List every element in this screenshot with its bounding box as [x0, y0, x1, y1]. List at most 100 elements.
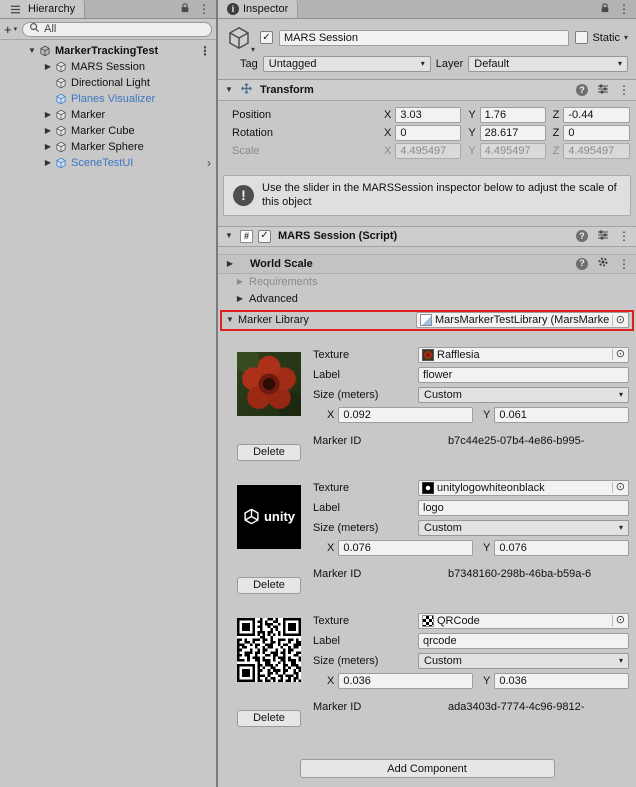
hierarchy-scene-row[interactable]: ▼ MarkerTrackingTest ⋮: [0, 43, 216, 59]
script-icon: #: [240, 230, 253, 243]
axis-x-label: X: [384, 145, 391, 157]
tag-layer-row: Tag Untagged ▾ Layer Default ▾: [224, 56, 630, 72]
position-x-field[interactable]: 3.03: [395, 107, 461, 123]
presets-icon[interactable]: [597, 229, 609, 244]
hierarchy-item-marker-sphere[interactable]: ▶ Marker Sphere: [0, 139, 216, 155]
texture-object-field[interactable]: unitylogowhiteonblack ⊙: [418, 480, 629, 496]
rotation-y-field[interactable]: 28.617: [480, 125, 546, 141]
presets-icon[interactable]: [597, 83, 609, 98]
size-x-field[interactable]: 0.076: [338, 540, 473, 556]
help-icon[interactable]: ?: [576, 258, 588, 270]
hierarchy-item-mars-session[interactable]: ▶ MARS Session: [0, 59, 216, 75]
hierarchy-item-directional-light[interactable]: ▶ Directional Light: [0, 75, 216, 91]
foldout-closed-icon[interactable]: ▶: [42, 63, 54, 71]
foldout-open-icon[interactable]: ▼: [26, 47, 38, 55]
object-picker-icon[interactable]: ⊙: [612, 349, 625, 360]
inspector-footer: Add Component: [218, 751, 636, 787]
rotation-z-field[interactable]: 0: [563, 125, 630, 141]
position-z-field[interactable]: -0.44: [563, 107, 630, 123]
marker-entry-unity-logo: unity Delete Texture unitylogowhiteonbla…: [237, 478, 631, 594]
panel-menu-icon[interactable]: ⋮: [618, 3, 630, 15]
component-menu-icon[interactable]: ⋮: [618, 84, 630, 96]
gameobject-cube-icon: [54, 109, 68, 122]
position-y-field[interactable]: 1.76: [480, 107, 546, 123]
marker-library-object-field[interactable]: MarsMarkerTestLibrary (MarsMarkerl ⊙: [416, 312, 629, 328]
delete-button[interactable]: Delete: [237, 577, 301, 594]
inspector-panel: i Inspector ⋮ ▾ ✓ MARS Session: [218, 0, 636, 787]
transform-header[interactable]: ▼ Transform ? ⋮: [218, 80, 636, 101]
label-field[interactable]: qrcode: [418, 633, 629, 649]
size-y-field[interactable]: 0.076: [494, 540, 629, 556]
mars-session-script-header[interactable]: ▼ # ✓ MARS Session (Script) ? ⋮: [218, 226, 636, 247]
foldout-closed-icon[interactable]: ▶: [224, 260, 236, 268]
axis-z-label: Z: [553, 145, 560, 157]
hierarchy-search-input[interactable]: All: [22, 22, 212, 37]
hierarchy-item-marker-cube[interactable]: ▶ Marker Cube: [0, 123, 216, 139]
size-x-field[interactable]: 0.036: [338, 673, 473, 689]
hierarchy-item-marker[interactable]: ▶ Marker: [0, 107, 216, 123]
texture-value: unitylogowhiteonblack: [437, 482, 609, 494]
size-y-field[interactable]: 0.061: [494, 407, 629, 423]
layer-dropdown[interactable]: Default ▾: [468, 56, 628, 72]
foldout-open-icon[interactable]: ▼: [223, 232, 235, 240]
object-name-field[interactable]: MARS Session: [279, 30, 569, 46]
lock-icon[interactable]: [600, 2, 610, 17]
texture-object-field[interactable]: Rafflesia ⊙: [418, 347, 629, 363]
label-field[interactable]: flower: [418, 367, 629, 383]
advanced-foldout[interactable]: ▶ Advanced: [218, 291, 636, 308]
rotation-x-field[interactable]: 0: [395, 125, 461, 141]
hierarchy-tab-label: Hierarchy: [28, 3, 75, 15]
delete-button[interactable]: Delete: [237, 444, 301, 461]
hierarchy-tab[interactable]: Hierarchy: [0, 0, 85, 18]
static-label: Static: [592, 32, 620, 44]
tag-dropdown[interactable]: Untagged ▾: [263, 56, 431, 72]
hierarchy-item-planes-visualizer[interactable]: ▶ Planes Visualizer: [0, 91, 216, 107]
create-object-button[interactable]: + ▾: [4, 23, 17, 36]
size-mode-dropdown[interactable]: Custom▾: [418, 387, 629, 403]
world-scale-header[interactable]: ▶ World Scale ? ⋮: [218, 254, 636, 274]
label-field[interactable]: logo: [418, 500, 629, 516]
requirements-foldout[interactable]: ▶ Requirements: [218, 274, 636, 291]
lock-icon[interactable]: [180, 2, 190, 17]
static-checkbox[interactable]: [575, 31, 588, 44]
foldout-open-icon[interactable]: ▼: [224, 316, 236, 324]
foldout-closed-icon[interactable]: ▶: [42, 159, 54, 167]
size-y-field[interactable]: 0.036: [494, 673, 629, 689]
object-picker-icon[interactable]: ⊙: [612, 482, 625, 493]
object-picker-icon[interactable]: ⊙: [612, 315, 625, 326]
requirements-label: Requirements: [249, 276, 317, 288]
texture-object-field[interactable]: QRCode ⊙: [418, 613, 629, 629]
component-menu-icon[interactable]: ⋮: [618, 230, 630, 242]
component-enabled-checkbox[interactable]: ✓: [258, 230, 271, 243]
foldout-closed-icon[interactable]: ▶: [42, 127, 54, 135]
size-mode-dropdown[interactable]: Custom▾: [418, 520, 629, 536]
foldout-closed-icon[interactable]: ▶: [42, 143, 54, 151]
gear-icon[interactable]: [597, 256, 609, 271]
panel-menu-icon[interactable]: ⋮: [198, 3, 210, 15]
inspector-tab-label: Inspector: [243, 3, 288, 15]
size-x-field[interactable]: 0.092: [338, 407, 473, 423]
active-checkbox[interactable]: ✓: [260, 31, 273, 44]
help-icon[interactable]: ?: [576, 230, 588, 242]
axis-y-label: Y: [483, 542, 490, 554]
foldout-closed-icon[interactable]: ▶: [42, 111, 54, 119]
chevron-down-icon[interactable]: ▾: [624, 34, 628, 42]
layer-value: Default: [474, 58, 509, 70]
foldout-open-icon[interactable]: ▼: [223, 86, 235, 94]
gameobject-cube-icon[interactable]: ▾: [224, 24, 254, 51]
axis-x-label: X: [327, 409, 334, 421]
marker-library-row[interactable]: ▼ Marker Library MarsMarkerTestLibrary (…: [220, 310, 634, 331]
hierarchy-item-scenetestui[interactable]: ▶ SceneTestUI ›: [0, 155, 216, 171]
inspector-tab[interactable]: i Inspector: [218, 0, 298, 18]
prefab-open-chevron-icon[interactable]: ›: [207, 157, 211, 169]
axis-x-label: X: [384, 127, 391, 139]
section-menu-icon[interactable]: ⋮: [618, 258, 630, 270]
object-picker-icon[interactable]: ⊙: [612, 615, 625, 626]
plus-icon: +: [4, 23, 12, 36]
delete-button[interactable]: Delete: [237, 710, 301, 727]
chevron-down-icon: ▾: [251, 46, 255, 54]
help-icon[interactable]: ?: [576, 84, 588, 96]
add-component-button[interactable]: Add Component: [300, 759, 555, 778]
size-mode-dropdown[interactable]: Custom▾: [418, 653, 629, 669]
scene-menu-icon[interactable]: ⋮: [199, 45, 211, 57]
